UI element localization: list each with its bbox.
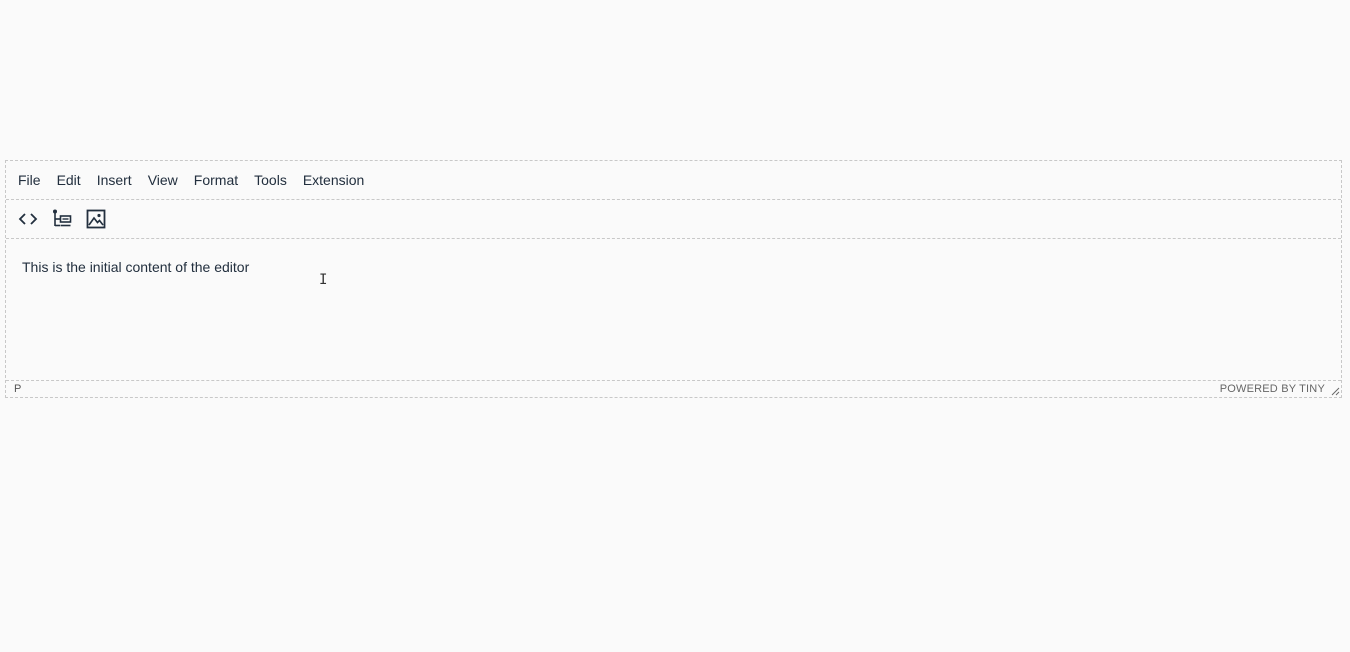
- menu-file[interactable]: File: [10, 168, 49, 192]
- editor-content-area[interactable]: This is the initial content of the edito…: [6, 239, 1341, 380]
- menu-format[interactable]: Format: [186, 168, 246, 192]
- source-code-button[interactable]: [12, 204, 44, 234]
- menu-tools[interactable]: Tools: [246, 168, 295, 192]
- text-cursor-icon: I: [319, 272, 328, 288]
- insert-image-button[interactable]: [80, 204, 112, 234]
- source-code-icon: [18, 213, 38, 225]
- resize-handle-icon[interactable]: [1330, 386, 1340, 396]
- tree-list-icon: [53, 209, 72, 227]
- rich-text-editor: File Edit Insert View Format Tools Exten…: [5, 160, 1342, 398]
- menu-view[interactable]: View: [140, 168, 186, 192]
- menu-insert[interactable]: Insert: [89, 168, 140, 192]
- menu-edit[interactable]: Edit: [49, 168, 89, 192]
- toolbar: [6, 200, 1341, 239]
- image-icon: [86, 209, 106, 229]
- element-path[interactable]: P: [14, 383, 21, 395]
- tree-list-button[interactable]: [46, 204, 78, 234]
- paragraph[interactable]: This is the initial content of the edito…: [22, 259, 1325, 275]
- menu-extension[interactable]: Extension: [295, 168, 372, 192]
- statusbar: P POWERED BY TINY: [6, 380, 1341, 397]
- powered-by-branding[interactable]: POWERED BY TINY: [1220, 383, 1325, 395]
- menubar: File Edit Insert View Format Tools Exten…: [6, 161, 1341, 200]
